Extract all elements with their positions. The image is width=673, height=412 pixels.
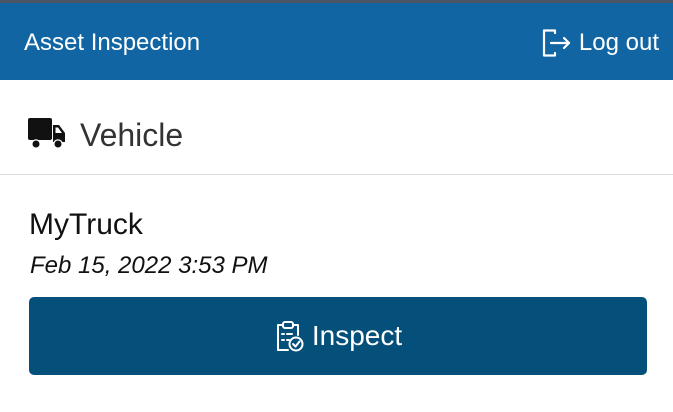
logout-icon — [541, 28, 573, 58]
logout-label: Log out — [578, 29, 659, 56]
logout-button[interactable]: Log out — [541, 26, 659, 60]
clipboard-check-icon — [274, 320, 304, 352]
section-title: Vehicle — [80, 117, 184, 153]
asset-name: MyTruck — [29, 208, 143, 241]
inspect-label: Inspect — [311, 320, 403, 351]
section-header: Vehicle — [0, 80, 673, 175]
navbar: Asset Inspection Log out — [0, 3, 673, 80]
inspect-button[interactable]: Inspect — [29, 297, 647, 375]
truck-icon — [28, 116, 66, 155]
asset-timestamp: Feb 15, 2022 3:53 PM — [30, 252, 268, 279]
app-title[interactable]: Asset Inspection — [24, 28, 200, 58]
